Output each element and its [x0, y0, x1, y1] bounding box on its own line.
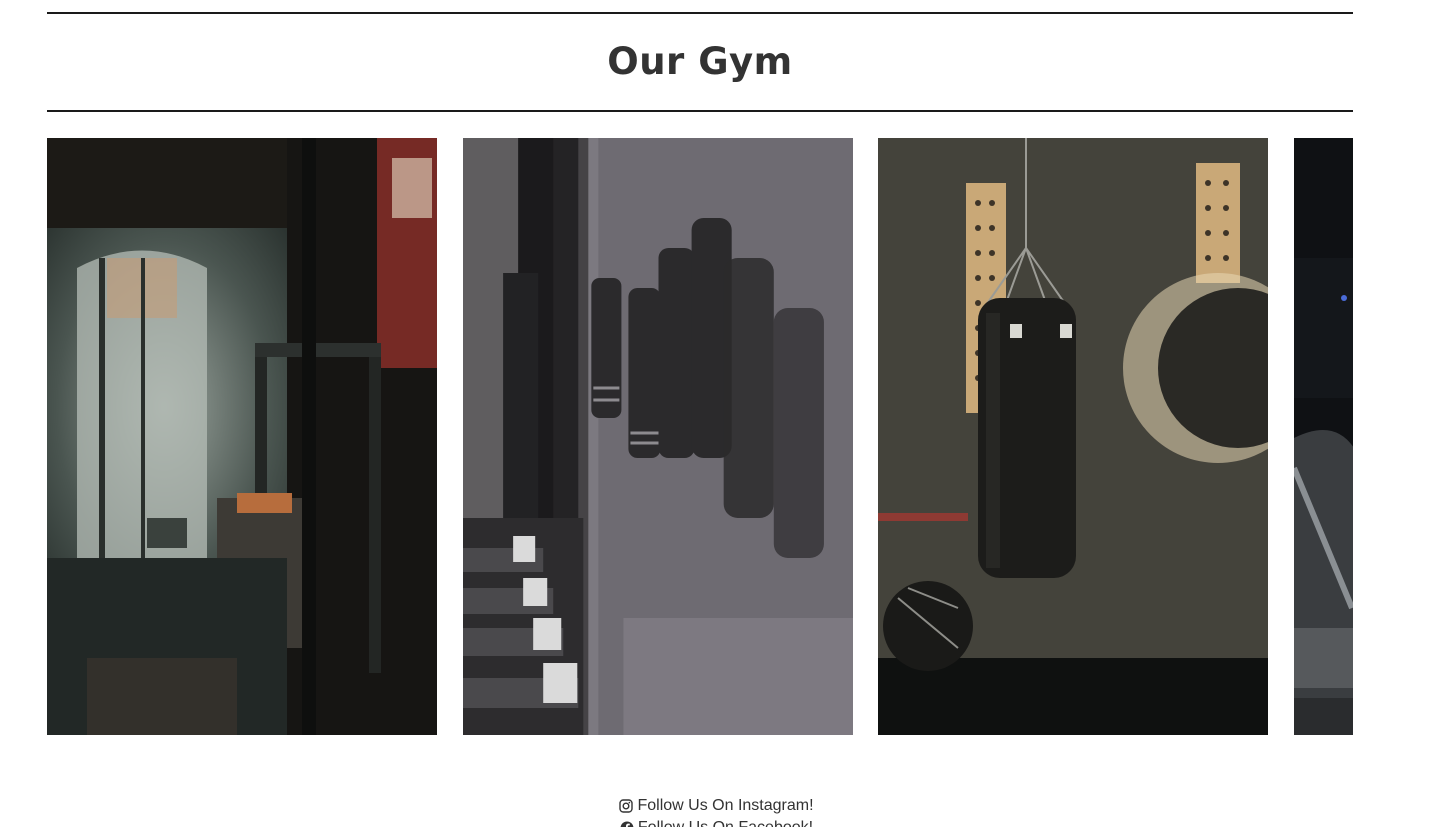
page: Our Gym Follow Us On Instagram! [0, 0, 1433, 827]
facebook-link-label: Follow Us On Facebook! [638, 819, 813, 827]
punching-bag-photo[interactable] [878, 138, 1268, 735]
photo-gallery[interactable] [47, 138, 1353, 735]
jump-ropes-dumbbells-photo[interactable] [463, 138, 853, 735]
instagram-link[interactable]: Follow Us On Instagram! [619, 797, 814, 815]
facebook-link[interactable]: Follow Us On Facebook! [620, 819, 813, 827]
gym-interior-photo[interactable] [47, 138, 437, 735]
treadmill-photo[interactable] [1294, 138, 1353, 735]
header-bottom-divider [47, 110, 1353, 112]
page-title: Our Gym [607, 40, 793, 83]
instagram-follow-row: Follow Us On Instagram! [0, 797, 1433, 818]
header-top-divider [47, 12, 1353, 14]
facebook-follow-row: Follow Us On Facebook! [0, 819, 1433, 827]
instagram-link-label: Follow Us On Instagram! [637, 797, 814, 814]
facebook-icon [620, 821, 634, 827]
instagram-icon [619, 799, 634, 813]
